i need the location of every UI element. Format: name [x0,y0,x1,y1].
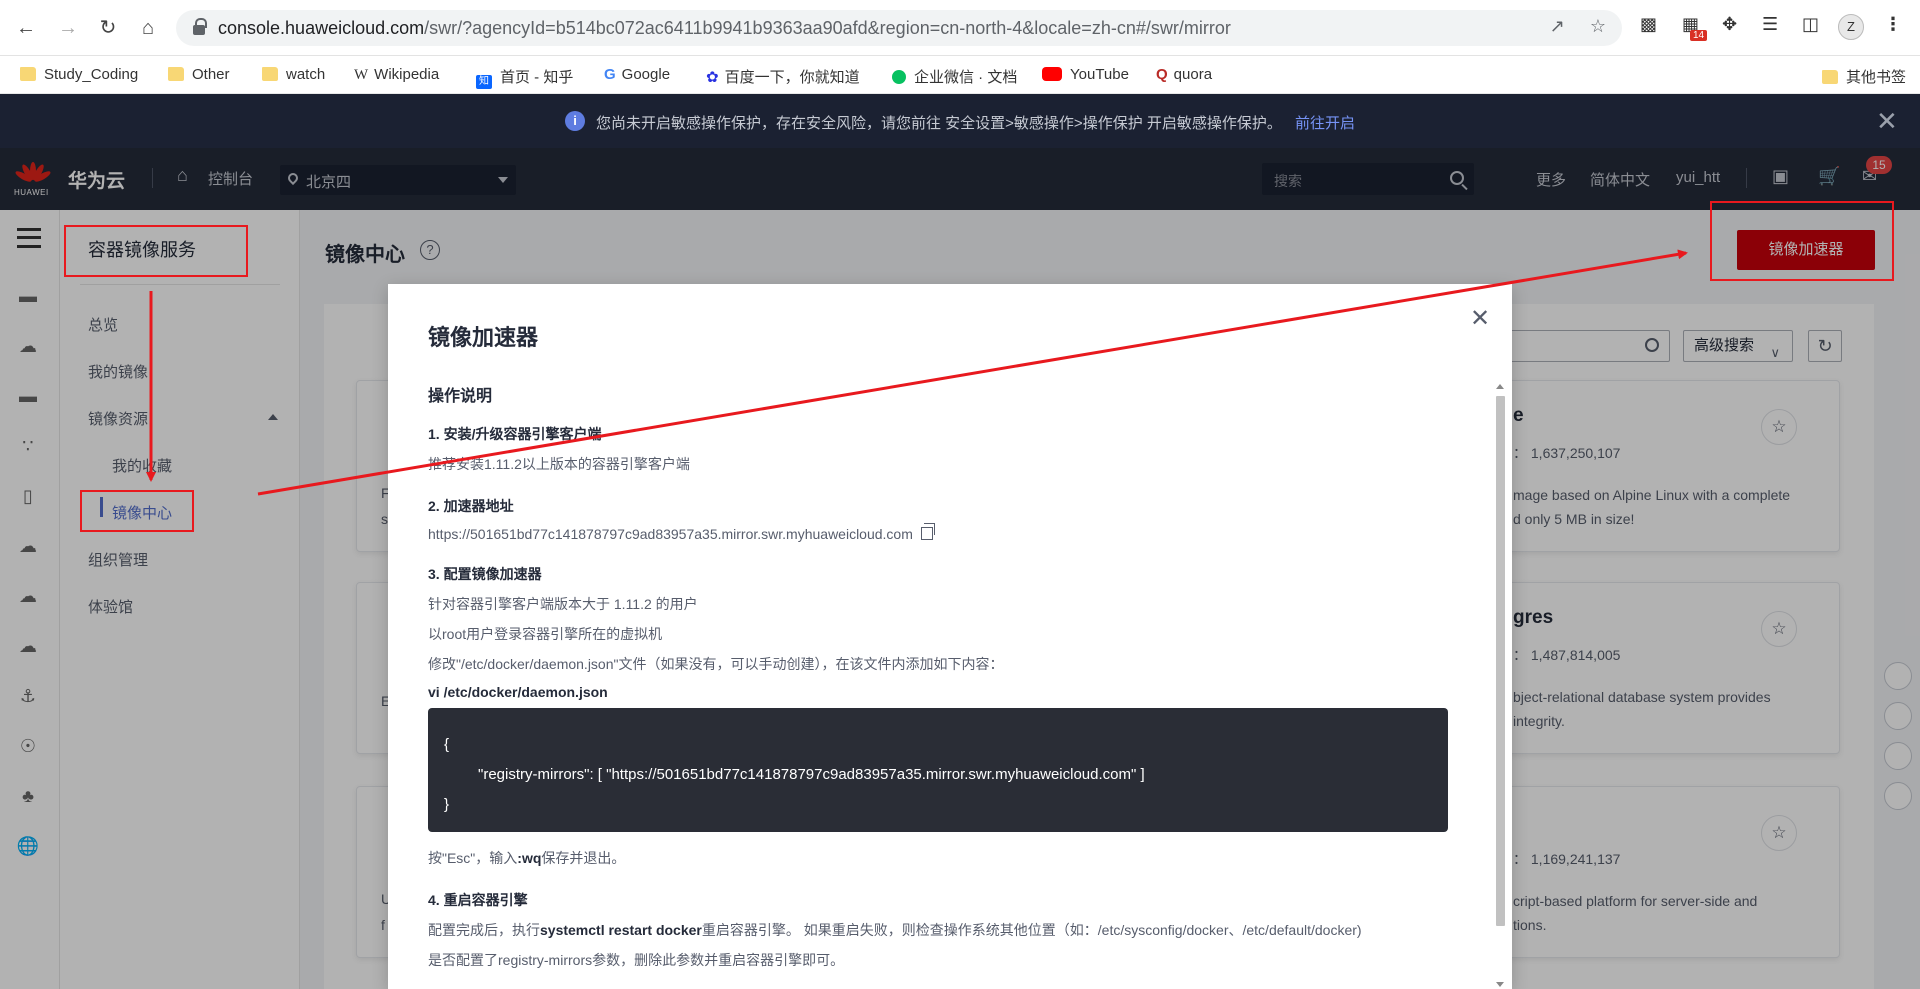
browser-toolbar: ← → ↻ ⌂ console.huaweicloud.com/swr/?age… [0,0,1920,56]
wikipedia-icon: W [354,67,369,83]
media-icon[interactable]: ☰ [1762,14,1778,35]
step-4-line-2: 是否配置了registry-mirrors参数，删除此参数并重启容器引擎即可。 [428,952,845,968]
back-arrow-icon[interactable]: ← [12,14,40,42]
menu-dots-icon[interactable]: ⋮ [1884,14,1902,35]
bookmark-baidu[interactable]: ✿ 百度一下，你就知道 [706,66,860,87]
bookmark-watch[interactable]: watch [262,66,325,83]
sidepanel-icon[interactable]: ◫ [1802,14,1819,35]
annotation-box-image-center [80,490,194,532]
folder-icon [168,67,184,81]
alert-text: 您尚未开启敏感操作保护，存在安全风险，请您前往 安全设置>敏感操作>操作保护 开… [596,115,1282,132]
info-icon: i [565,111,585,131]
bookmark-other[interactable]: Other [168,66,230,83]
bookmark-google[interactable]: G Google [604,66,670,83]
step-3-command: vi /etc/docker/daemon.json [428,684,608,700]
share-icon[interactable]: ↗ [1550,16,1565,36]
extension-icon[interactable]: ▩ [1640,14,1657,35]
puzzle-icon[interactable]: ✥ [1722,14,1737,35]
step-3-line-1: 针对容器引擎客户端版本大于 1.11.2 的用户 [428,596,698,612]
annotation-box-accelerator [1710,201,1894,281]
reload-icon[interactable]: ↻ [94,14,122,42]
profile-avatar[interactable]: Z [1838,14,1864,40]
dialog-title: 镜像加速器 [428,325,539,350]
bookmark-wecom[interactable]: 企业微信 · 文档 [892,66,1017,87]
url-text: console.huaweicloud.com/swr/?agencyId=b5… [218,18,1231,38]
bookmark-other-bookmarks[interactable]: 其他书签 [1822,66,1906,87]
step-3-line-3: 修改"/etc/docker/daemon.json"文件（如果没有，可以手动创… [428,656,1004,672]
bookmark-zhihu[interactable]: 知首页 - 知乎 [476,66,573,89]
zhihu-icon: 知 [476,75,492,89]
youtube-icon [1042,67,1062,81]
google-icon: G [604,66,616,83]
step-3-save-text: 按"Esc"，输入:wq保存并退出。 [428,850,626,866]
annotation-box-service-title [64,225,248,277]
security-alert-bar: i 您尚未开启敏感操作保护，存在安全风险，请您前往 安全设置>敏感操作>操作保护… [0,94,1920,148]
bookmark-quora[interactable]: Qquora [1156,66,1212,83]
home-icon[interactable]: ⌂ [134,14,162,42]
bookmarks-bar: Study_Coding Other watch W Wikipedia 知首页 … [0,56,1920,94]
step-4-title: 4. 重启容器引擎 [428,892,528,908]
bookmark-star-icon[interactable]: ☆ [1590,16,1606,36]
lock-icon [192,18,207,36]
forward-arrow-icon[interactable]: → [54,14,82,42]
quora-icon: Q [1156,66,1168,83]
close-icon[interactable]: ✕ [1470,304,1490,333]
step-3-line-2: 以root用户登录容器引擎所在的虚拟机 [428,626,663,642]
registry-mirrors-line: "registry-mirrors": [ "https://501651bd7… [478,766,1145,783]
address-bar[interactable]: console.huaweicloud.com/swr/?agencyId=b5… [176,10,1622,46]
close-icon[interactable]: ✕ [1876,106,1898,137]
step-1-text: 推荐安装1.11.2以上版本的容器引擎客户端 [428,456,690,472]
dialog-scrollbar[interactable] [1493,384,1507,989]
step-4-line-1: 配置完成后，执行systemctl restart docker重启容器引擎。 … [428,922,1362,938]
folder-icon [1822,70,1838,84]
section-heading: 操作说明 [428,388,493,405]
bookmark-study-coding[interactable]: Study_Coding [20,66,138,83]
accelerator-address: https://501651bd77c141878797c9ad83957a35… [428,526,913,542]
step-3-title: 3. 配置镜像加速器 [428,566,542,582]
accelerator-dialog: 镜像加速器 ✕ 操作说明 1. 安装/升级容器引擎客户端 推荐安装1.11.2以… [388,284,1512,989]
folder-icon [20,67,36,81]
copy-icon[interactable] [920,523,935,540]
folder-icon [262,67,278,81]
wecom-icon [892,70,906,84]
dialog-body: 操作说明 1. 安装/升级容器引擎客户端 推荐安装1.11.2以上版本的容器引擎… [428,382,1448,980]
alert-enable-link[interactable]: 前往开启 [1295,112,1355,133]
baidu-icon: ✿ [706,69,719,86]
step-1-title: 1. 安装/升级容器引擎客户端 [428,426,602,442]
bookmark-youtube[interactable]: YouTube [1042,66,1129,83]
daemon-json-code-block: { "registry-mirrors": [ "https://501651b… [428,708,1448,832]
extension-badge: 14 [1690,30,1708,41]
bookmark-wikipedia[interactable]: W Wikipedia [354,66,439,84]
step-2-title: 2. 加速器地址 [428,498,514,514]
